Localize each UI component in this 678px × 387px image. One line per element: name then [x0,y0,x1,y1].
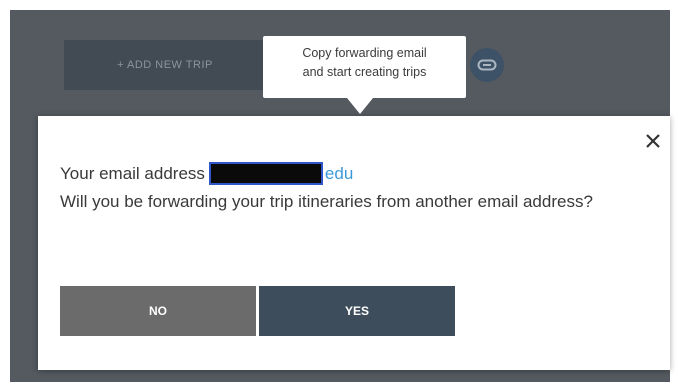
add-new-trip-button[interactable]: + ADD NEW TRIP [64,40,266,90]
tooltip-line-2: and start creating trips [302,65,427,79]
close-icon [646,134,660,148]
yes-button-label: YES [344,304,369,318]
email-redaction [208,162,323,185]
forwarding-question: Will you be forwarding your trip itinera… [60,192,593,211]
tooltip-line-1: Copy forwarding email [302,46,427,60]
no-button-label: NO [149,304,167,318]
tooltip-arrow [347,98,373,114]
copy-email-link-button[interactable] [470,48,504,82]
email-address-line: Your email address edu [60,162,353,185]
forwarding-email-tooltip: Copy forwarding email and start creating… [263,36,466,98]
link-icon [477,59,497,71]
email-forwarding-dialog: Your email address edu Will you be forwa… [38,116,670,370]
yes-button[interactable]: YES [259,286,455,336]
email-address-label: Your email address [60,163,205,183]
add-new-trip-label: + ADD NEW TRIP [117,59,213,71]
no-button[interactable]: NO [60,286,256,336]
email-domain: edu [324,163,354,183]
close-button[interactable] [640,128,666,154]
